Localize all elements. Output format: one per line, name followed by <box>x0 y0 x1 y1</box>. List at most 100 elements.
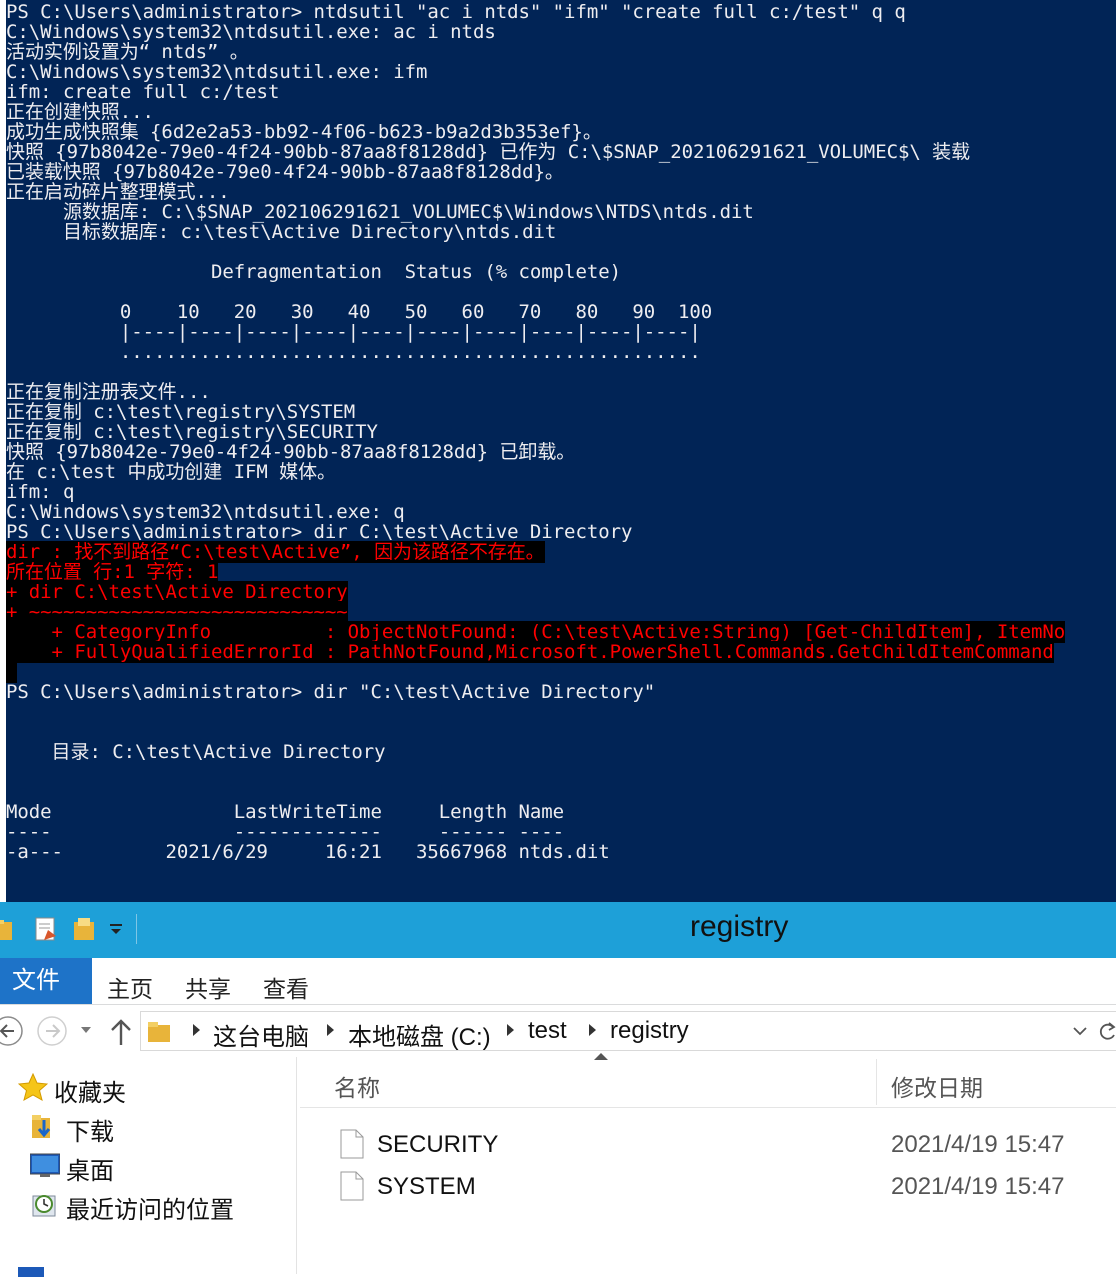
console-line: 快照 {97b8042e-79e0-4f24-90bb-87aa8f8128dd… <box>6 142 1116 162</box>
console-line: Mode LastWriteTime Length Name <box>6 802 1116 822</box>
breadcrumb-separator-icon[interactable] <box>589 1024 596 1036</box>
file-row[interactable]: SECURITY 2021/4/19 15:47 <box>340 1125 1116 1165</box>
tab-home[interactable]: 主页 <box>107 970 153 1004</box>
up-arrow-icon[interactable] <box>108 1017 134 1047</box>
console-text: 目录: C:\test\Active Directory <box>6 741 386 763</box>
breadcrumb-separator-icon[interactable] <box>193 1024 200 1036</box>
file-name: SYSTEM <box>377 1173 476 1200</box>
breadcrumb-separator-icon[interactable] <box>327 1024 334 1036</box>
tab-view[interactable]: 查看 <box>263 970 309 1004</box>
address-bar[interactable]: 这台电脑 本地磁盘 (C:) test registry <box>140 1011 1116 1051</box>
console-line: 源数据库: C:\$SNAP_202106291621_VOLUMEC$\Win… <box>6 202 1116 222</box>
folder-icon <box>148 1022 170 1042</box>
console-line: 0 10 20 30 40 50 60 70 80 90 100 <box>6 302 1116 322</box>
console-error-text <box>6 661 18 683</box>
console-text: 目标数据库: c:\test\Active Directory\ntds.dit <box>6 221 557 243</box>
column-divider[interactable] <box>876 1059 877 1105</box>
breadcrumb-local-disk[interactable]: 本地磁盘 (C:) <box>348 1017 491 1052</box>
console-line: ifm: q <box>6 482 1116 502</box>
console-text: PS C:\Users\administrator> dir C:\test\A… <box>6 521 633 543</box>
desktop-icon <box>30 1153 60 1177</box>
console-error-text: + ~~~~~~~~~~~~~~~~~~~~~~~~~~~~ <box>6 601 348 623</box>
console-line: -a--- 2021/6/29 16:21 35667968 ntds.dit <box>6 842 1116 862</box>
tab-file[interactable]: 文件 <box>0 958 92 1004</box>
console-text: Defragmentation Status (% complete) <box>6 261 622 283</box>
console-error-text: + FullyQualifiedErrorId : PathNotFound,M… <box>6 641 1054 663</box>
breadcrumb-registry[interactable]: registry <box>610 1017 689 1045</box>
new-folder-icon[interactable] <box>72 916 96 942</box>
console-text: ........................................… <box>6 341 701 363</box>
console-line: 活动实例设置为“ ntds” 。 <box>6 42 1116 62</box>
recent-locations-chevron-icon[interactable] <box>80 1025 92 1035</box>
file-explorer-window: registry 文件 主页 共享 查看 这台电脑 本地磁盘 (C:) test… <box>0 902 1116 1277</box>
console-line: 目标数据库: c:\test\Active Directory\ntds.dit <box>6 222 1116 242</box>
console-line: PS C:\Users\administrator> ntdsutil "ac … <box>6 2 1116 22</box>
console-text: PS C:\Users\administrator> ntdsutil "ac … <box>6 1 906 23</box>
console-text: 快照 {97b8042e-79e0-4f24-90bb-87aa8f8128dd… <box>6 141 971 163</box>
nav-item-label: 下载 <box>66 1119 114 1146</box>
console-text: ifm: create full c:/test <box>6 81 280 103</box>
console-line: ---- ------------- ------ ---- <box>6 822 1116 842</box>
console-text: 正在创建快照... <box>6 101 154 123</box>
column-header: 名称 修改日期 <box>300 1053 1116 1108</box>
console-line: 正在复制 c:\test\registry\SYSTEM <box>6 402 1116 422</box>
console-line: PS C:\Users\administrator> dir "C:\test\… <box>6 682 1116 702</box>
navigation-pane: 收藏夹 下载 桌面 最近访问的位置 <box>0 1057 297 1277</box>
console-text: C:\Windows\system32\ntdsutil.exe: q <box>6 501 405 523</box>
properties-icon[interactable] <box>34 916 58 942</box>
console-text: PS C:\Users\administrator> dir "C:\test\… <box>6 681 656 703</box>
console-line: |----|----|----|----|----|----|----|----… <box>6 322 1116 342</box>
file-modified-date: 2021/4/19 15:47 <box>891 1131 1065 1158</box>
chevron-down-icon[interactable] <box>108 916 124 942</box>
console-text: 活动实例设置为“ ntds” 。 <box>6 41 249 63</box>
console-text: 源数据库: C:\$SNAP_202106291621_VOLUMEC$\Win… <box>6 201 754 223</box>
console-line: 已装载快照 {97b8042e-79e0-4f24-90bb-87aa8f812… <box>6 162 1116 182</box>
nav-item-label: 收藏夹 <box>54 1080 126 1107</box>
console-text: 正在复制 c:\test\registry\SECURITY <box>6 421 378 443</box>
console-error-text: dir : 找不到路径“C:\test\Active”, 因为该路径不存在。 <box>6 541 545 563</box>
powershell-console[interactable]: PS C:\Users\administrator> ntdsutil "ac … <box>0 0 1116 902</box>
recent-places-icon <box>32 1195 56 1217</box>
file-icon <box>340 1171 364 1201</box>
column-header-modified[interactable]: 修改日期 <box>891 1069 983 1103</box>
console-line: C:\Windows\system32\ntdsutil.exe: ifm <box>6 62 1116 82</box>
console-line: 正在启动碎片整理模式... <box>6 182 1116 202</box>
console-line: 在 c:\test 中成功创建 IFM 媒体。 <box>6 462 1116 482</box>
navigation-bar: 这台电脑 本地磁盘 (C:) test registry <box>0 1005 1116 1057</box>
forward-arrow-icon[interactable] <box>36 1015 68 1047</box>
console-line: ifm: create full c:/test <box>6 82 1116 102</box>
address-dropdown-chevron-icon[interactable] <box>1073 1026 1087 1036</box>
console-line: 正在复制注册表文件... <box>6 382 1116 402</box>
column-header-name[interactable]: 名称 <box>334 1069 380 1103</box>
folder-icon <box>0 920 12 940</box>
file-icon <box>340 1129 364 1159</box>
console-text: 0 10 20 30 40 50 60 70 80 90 100 <box>6 301 713 323</box>
star-icon <box>18 1073 48 1101</box>
console-text: 正在复制注册表文件... <box>6 381 211 403</box>
tab-share[interactable]: 共享 <box>185 970 231 1004</box>
console-line <box>6 661 1116 683</box>
back-arrow-icon[interactable] <box>0 1015 24 1047</box>
console-line: C:\Windows\system32\ntdsutil.exe: q <box>6 502 1116 522</box>
breadcrumb-this-pc[interactable]: 这台电脑 <box>213 1017 309 1052</box>
nav-item-label: 最近访问的位置 <box>66 1197 234 1224</box>
console-line: Defragmentation Status (% complete) <box>6 262 1116 282</box>
console-line: ........................................… <box>6 342 1116 362</box>
console-line: 快照 {97b8042e-79e0-4f24-90bb-87aa8f8128dd… <box>6 442 1116 462</box>
console-line: 正在复制 c:\test\registry\SECURITY <box>6 422 1116 442</box>
breadcrumb-separator-icon[interactable] <box>507 1024 514 1036</box>
file-name: SECURITY <box>377 1131 499 1158</box>
refresh-icon[interactable] <box>1099 1021 1116 1043</box>
breadcrumb-test[interactable]: test <box>528 1017 567 1045</box>
toolbar-divider <box>136 914 137 944</box>
console-text: |----|----|----|----|----|----|----|----… <box>6 321 701 343</box>
console-text: Mode LastWriteTime Length Name <box>6 801 565 823</box>
title-bar: registry <box>0 902 1116 958</box>
console-line: dir : 找不到路径“C:\test\Active”, 因为该路径不存在。 <box>6 541 1116 563</box>
file-row[interactable]: SYSTEM 2021/4/19 15:47 <box>340 1167 1116 1207</box>
